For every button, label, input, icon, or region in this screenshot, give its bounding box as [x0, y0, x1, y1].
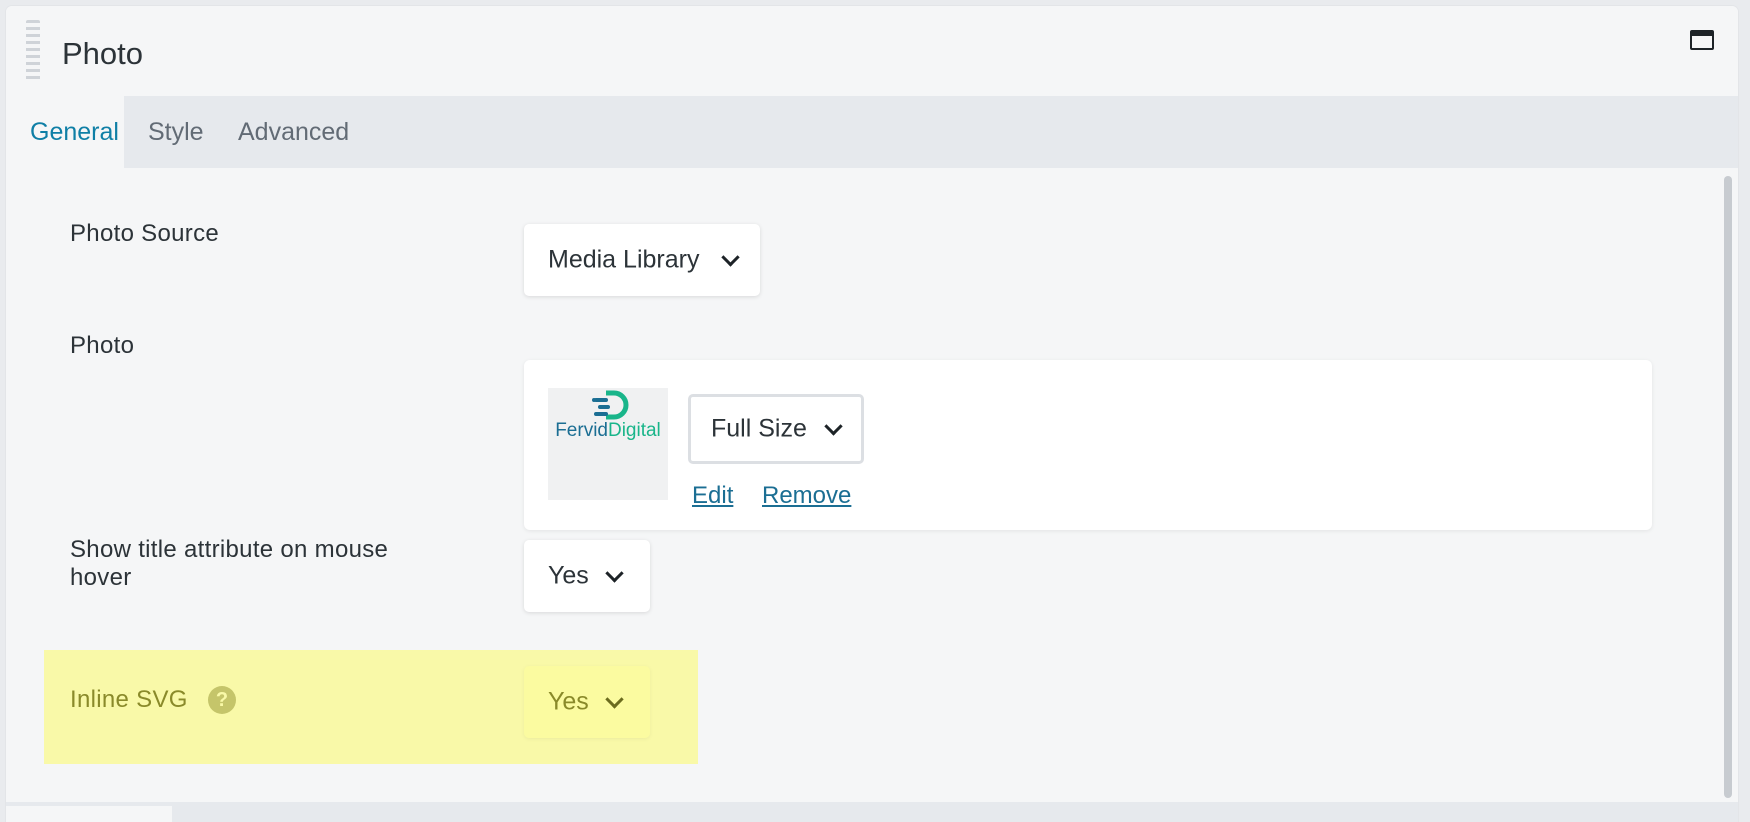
- inline-svg-value: Yes: [548, 687, 589, 716]
- panel-header[interactable]: Photo: [6, 6, 1738, 96]
- tab-bar: General Style Advanced: [6, 96, 1738, 168]
- chevron-down-icon: [721, 248, 740, 267]
- logo-wordmark: FervidDigital: [555, 420, 661, 441]
- chevron-down-icon: [824, 417, 843, 436]
- panel-title: Photo: [62, 36, 144, 71]
- drag-handle-icon[interactable]: [26, 20, 40, 82]
- scrollbar[interactable]: [1724, 176, 1732, 798]
- photo-source-value: Media Library: [548, 245, 700, 274]
- photo-thumbnail[interactable]: FervidDigital: [548, 388, 668, 500]
- photo-source-select[interactable]: Media Library: [524, 224, 760, 296]
- inline-svg-label: Inline SVG: [70, 686, 188, 713]
- photo-size-value: Full Size: [711, 414, 807, 443]
- inline-svg-select[interactable]: Yes: [524, 666, 650, 738]
- show-title-select[interactable]: Yes: [524, 540, 650, 612]
- photo-label: Photo: [70, 332, 135, 359]
- photo-size-select[interactable]: Full Size: [688, 394, 864, 464]
- fervid-logo-icon: [592, 390, 629, 420]
- remove-photo-link[interactable]: Remove: [762, 482, 851, 510]
- panel-footer: [6, 802, 1738, 822]
- show-title-value: Yes: [548, 561, 589, 590]
- photo-source-label: Photo Source: [70, 220, 220, 247]
- footer-tab: [6, 806, 172, 822]
- show-title-label: Show title attribute on mouse hover: [70, 536, 389, 591]
- tab-style[interactable]: Style: [124, 96, 220, 168]
- photo-picker: FervidDigital Full Size Edit Remove: [524, 360, 1652, 530]
- chevron-down-icon: [605, 690, 624, 709]
- tab-advanced[interactable]: Advanced: [214, 96, 364, 168]
- settings-panel: Photo General Style Advanced Photo Sourc…: [6, 6, 1738, 822]
- tab-general[interactable]: General: [6, 96, 124, 168]
- window-maximize-icon[interactable]: [1690, 30, 1714, 50]
- question-mark-icon[interactable]: ?: [208, 686, 236, 714]
- edit-photo-link[interactable]: Edit: [692, 482, 733, 510]
- chevron-down-icon: [605, 564, 624, 583]
- settings-form: Photo Source Media Library Photo FervidD…: [6, 168, 1738, 802]
